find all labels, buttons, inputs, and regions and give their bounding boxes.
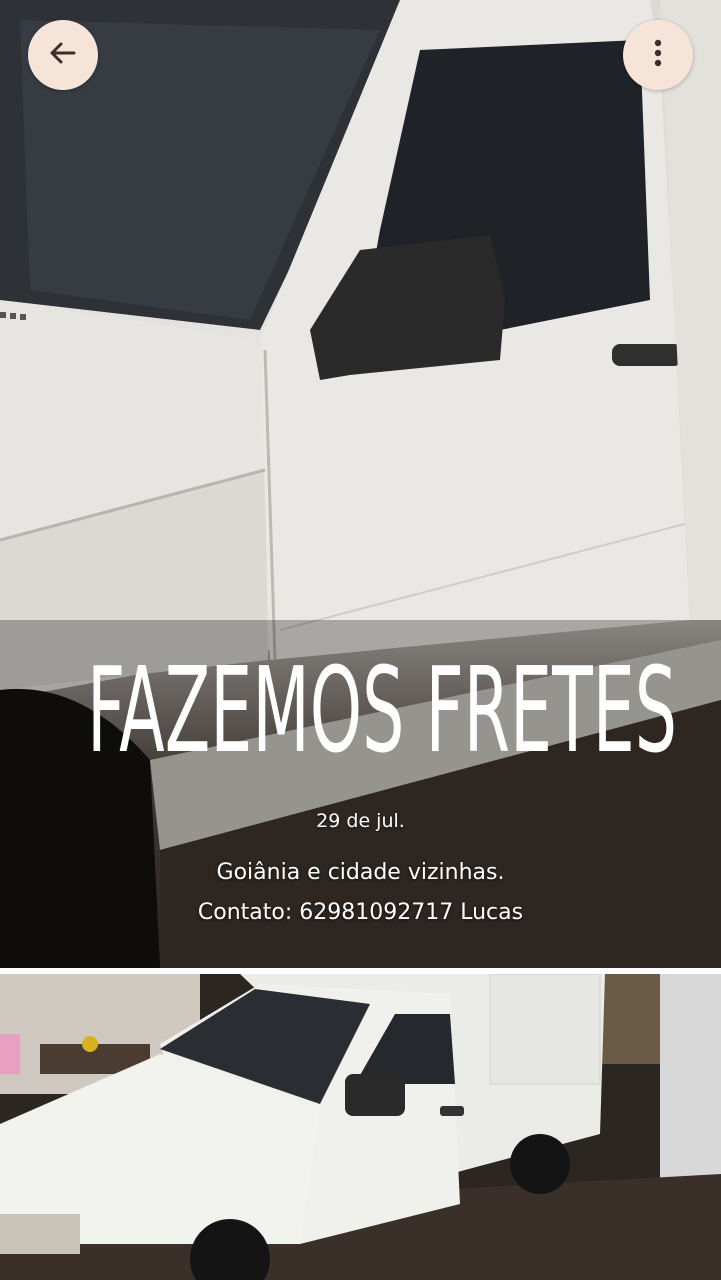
more-vertical-icon (652, 38, 664, 72)
headline-text: FAZEMOS FRETES (87, 641, 677, 766)
more-options-button[interactable] (623, 20, 693, 90)
post-contact: Contato: 62981092717 Lucas (197, 900, 524, 925)
post-location: Goiânia e cidade vizinhas. (216, 860, 505, 885)
post-headline: FAZEMOS FRETES (0, 636, 721, 766)
image-viewer: FAZEMOS FRETES 29 de jul. Goiânia e cida… (0, 0, 721, 1280)
back-button[interactable] (28, 20, 98, 90)
post-date: 29 de jul. (316, 810, 405, 832)
photo-van-side[interactable] (0, 974, 721, 1280)
arrow-left-icon (48, 38, 78, 72)
